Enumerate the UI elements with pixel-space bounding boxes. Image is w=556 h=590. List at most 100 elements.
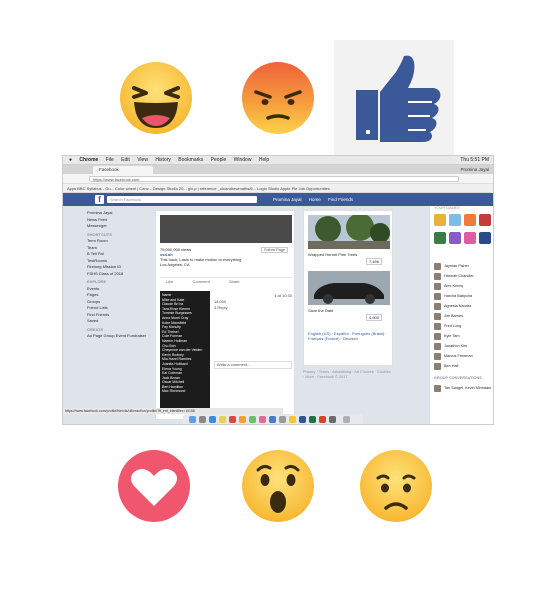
game-tile[interactable] bbox=[434, 214, 446, 226]
reply-link[interactable]: 3 Reply bbox=[214, 305, 292, 311]
avatar bbox=[434, 272, 441, 280]
games-grid bbox=[434, 210, 492, 258]
love-heart-icon bbox=[118, 450, 190, 522]
menu-file[interactable]: File bbox=[106, 156, 114, 165]
bookmarks-bar[interactable]: Apps BBC Syllabus - Gu... Color wheel | … bbox=[63, 184, 493, 193]
tab-facebook[interactable]: Facebook bbox=[93, 166, 153, 174]
sponsored-column: Wrapped Hermit Pine Trees 7,496 Save the… bbox=[303, 210, 393, 366]
follow-page-button[interactable]: Follow Page bbox=[261, 247, 288, 253]
finder-icon[interactable] bbox=[189, 416, 196, 423]
menu-view[interactable]: View bbox=[137, 156, 148, 165]
chrome-icon[interactable] bbox=[289, 416, 296, 423]
avatar bbox=[434, 282, 441, 290]
group-item[interactable]: Tan Sangel, Kevin Minhaam bbox=[434, 384, 493, 393]
reaction-names-tooltip: Name Mike and Kate Claude Bri ha Tara-Ro… bbox=[160, 291, 210, 411]
comment-input[interactable]: Write a comment... bbox=[214, 361, 292, 369]
app-store-icon[interactable] bbox=[269, 416, 276, 423]
menu-app[interactable]: Chrome bbox=[79, 156, 98, 165]
wow-emoji-icon bbox=[242, 450, 314, 522]
like-thumb-icon bbox=[356, 55, 441, 142]
nav-profile[interactable]: Promina Jayal bbox=[273, 197, 302, 202]
url-field[interactable]: https://www.facebook.com bbox=[89, 176, 459, 182]
shortcut-item[interactable]: FSHS Class of 2018 bbox=[87, 271, 153, 278]
contact-item[interactable]: Agnesia Nandra bbox=[434, 302, 493, 311]
tooltip-row: Max Richmond bbox=[162, 389, 186, 394]
apple-icon[interactable]: ● bbox=[69, 156, 72, 165]
contact-item[interactable]: Alex Kenny bbox=[434, 282, 493, 291]
calendar-icon[interactable] bbox=[229, 416, 236, 423]
contact-name: Agnesia Nandra bbox=[444, 304, 472, 308]
footer-links[interactable]: Privacy · Terms · Advertising · Ad Choic… bbox=[303, 370, 393, 380]
search-input[interactable]: Search Facebook bbox=[107, 196, 257, 203]
messages-icon[interactable] bbox=[249, 416, 256, 423]
avatar bbox=[434, 312, 441, 320]
like-button[interactable]: Like bbox=[166, 279, 173, 284]
menu-history[interactable]: History bbox=[155, 156, 171, 165]
sponsored-image-trees[interactable] bbox=[308, 215, 390, 249]
language-links[interactable]: English (US) · Español · Português (Bras… bbox=[308, 331, 390, 341]
settings-icon[interactable] bbox=[279, 416, 286, 423]
photos-icon[interactable] bbox=[239, 416, 246, 423]
fb-logo[interactable]: f bbox=[95, 195, 104, 204]
left-nav-messenger[interactable]: Messenger bbox=[87, 223, 153, 230]
sponsored-image-car[interactable] bbox=[308, 271, 390, 305]
video-player[interactable] bbox=[160, 215, 292, 243]
contact-item[interactable]: Harcha Babycha bbox=[434, 292, 493, 301]
avatar bbox=[434, 352, 441, 360]
contact-item[interactable]: Ben Hall bbox=[434, 362, 493, 371]
sponsored-title[interactable]: Save the Date bbox=[308, 308, 333, 313]
contact-item[interactable]: Marcus Freeman bbox=[434, 352, 493, 361]
fb-header: f Search Facebook Promina Jayal Home Fin… bbox=[63, 193, 493, 206]
create-links[interactable]: Ad Page Group Event Fundraiser bbox=[87, 333, 153, 340]
safari-icon[interactable] bbox=[209, 416, 216, 423]
powerpoint-icon[interactable] bbox=[319, 416, 326, 423]
sponsored-price[interactable]: 4,500 bbox=[366, 314, 383, 321]
contact-name: Harcha Babycha bbox=[444, 294, 473, 298]
mac-menu-bar: ● Chrome File Edit View History Bookmark… bbox=[63, 156, 493, 165]
comment-button[interactable]: Comment bbox=[192, 279, 209, 284]
folder-icon[interactable] bbox=[329, 416, 336, 423]
address-bar: https://www.facebook.com bbox=[63, 174, 493, 184]
explore-item[interactable]: Saved bbox=[87, 318, 153, 325]
game-tile[interactable] bbox=[434, 232, 446, 244]
menu-window[interactable]: Window bbox=[234, 156, 252, 165]
contact-item[interactable]: Hannah Chandler bbox=[434, 272, 493, 281]
itunes-icon[interactable] bbox=[259, 416, 266, 423]
avatar bbox=[434, 342, 441, 350]
game-tile[interactable] bbox=[464, 214, 476, 226]
haha-emoji-icon bbox=[120, 62, 192, 134]
contact-name: Jayman Fisher bbox=[444, 264, 469, 268]
game-tile[interactable] bbox=[449, 214, 461, 226]
word-icon[interactable] bbox=[299, 416, 306, 423]
excel-icon[interactable] bbox=[309, 416, 316, 423]
contact-item[interactable]: Kyle Tam bbox=[434, 332, 493, 341]
contact-item[interactable]: Fred Long bbox=[434, 322, 493, 331]
menu-people[interactable]: People bbox=[211, 156, 227, 165]
sad-emoji-icon bbox=[360, 450, 432, 522]
menu-help[interactable]: Help bbox=[259, 156, 269, 165]
menu-bookmarks[interactable]: Bookmarks bbox=[178, 156, 203, 165]
menu-edit[interactable]: Edit bbox=[121, 156, 130, 165]
contact-item[interactable]: Jim Barnes bbox=[434, 312, 493, 321]
share-button[interactable]: Share bbox=[229, 279, 240, 284]
trash-icon[interactable] bbox=[343, 416, 350, 423]
sponsored-title[interactable]: Wrapped Hermit Pine Trees bbox=[308, 252, 357, 257]
tab-bar: Facebook Promina Jayal bbox=[63, 165, 493, 174]
game-tile[interactable] bbox=[464, 232, 476, 244]
profile-chip[interactable]: Promina Jayal bbox=[460, 166, 489, 174]
post-actions: Like Comment Share bbox=[160, 277, 292, 284]
launchpad-icon[interactable] bbox=[199, 416, 206, 423]
nav-find-friends[interactable]: Find Friends bbox=[328, 197, 353, 202]
nav-home[interactable]: Home bbox=[309, 197, 321, 202]
news-feed-post: 75,000,000 views ssd.ah This hack, Lasts… bbox=[155, 210, 295, 420]
notes-icon[interactable] bbox=[219, 416, 226, 423]
game-tile[interactable] bbox=[479, 214, 491, 226]
angry-emoji-icon bbox=[242, 62, 314, 134]
contact-item[interactable]: Jonathon Kim bbox=[434, 342, 493, 351]
sponsored-price[interactable]: 7,496 bbox=[366, 258, 383, 265]
contact-name: Kyle Tam bbox=[444, 334, 460, 338]
right-sidebar: YOUR GAMES Jayman Fisher Hannah Chandler… bbox=[429, 206, 493, 424]
game-tile[interactable] bbox=[449, 232, 461, 244]
game-tile[interactable] bbox=[479, 232, 491, 244]
contact-item[interactable]: Jayman Fisher bbox=[434, 262, 493, 271]
